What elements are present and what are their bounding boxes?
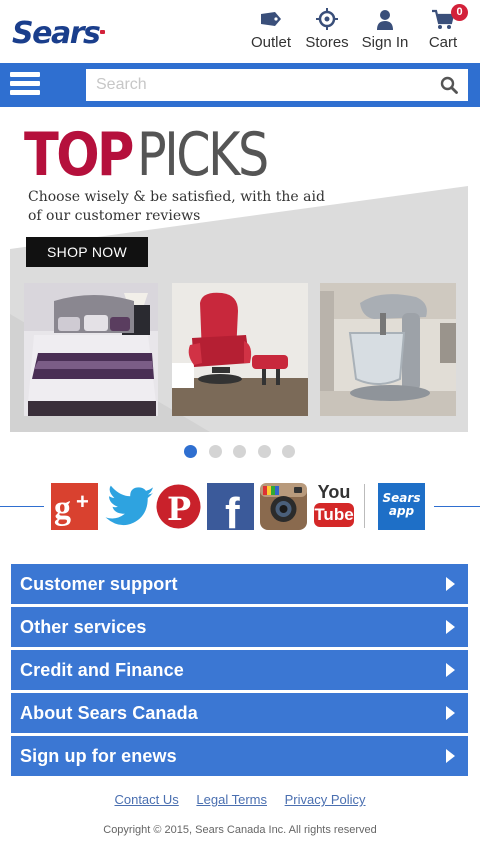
nav-stores[interactable]: Stores — [304, 6, 350, 51]
accordion-label: Sign up for enews — [20, 746, 177, 766]
store-locator-icon — [316, 8, 338, 30]
pinterest-icon[interactable]: P — [155, 483, 202, 530]
banner-title-top: TOP — [24, 120, 134, 190]
hamburger-menu-icon[interactable] — [10, 72, 40, 98]
header: Sears Outlet Stores Sign In Cart 0 — [0, 0, 480, 63]
chevron-right-icon — [446, 749, 455, 763]
social-divider-left — [0, 506, 44, 507]
accordion-about-sears[interactable]: About Sears Canada — [11, 693, 468, 733]
nav-cart-label: Cart — [428, 34, 458, 51]
outlet-tag-icon — [261, 12, 281, 26]
youtube-text-top: You — [317, 482, 351, 502]
nav-sign-in[interactable]: Sign In — [360, 6, 410, 51]
svg-text:g: g — [54, 490, 71, 527]
search-bar — [0, 63, 480, 107]
carousel-dot-2[interactable] — [209, 445, 222, 458]
accordion-customer-support[interactable]: Customer support — [11, 564, 468, 604]
twitter-icon[interactable] — [102, 483, 154, 530]
search-input[interactable] — [86, 69, 416, 101]
accordion-enews-signup[interactable]: Sign up for enews — [11, 736, 468, 776]
chevron-right-icon — [446, 663, 455, 677]
chevron-right-icon — [446, 620, 455, 634]
chevron-right-icon — [446, 706, 455, 720]
top-picks-banner[interactable]: TOPPICKS Choose wisely & be satisfied, w… — [10, 114, 468, 432]
youtube-text-bottom: Tube — [314, 503, 354, 527]
nav-stores-label: Stores — [305, 34, 349, 51]
product-image-recliner[interactable] — [172, 283, 308, 416]
cart-count-badge: 0 — [451, 4, 468, 21]
accordion-other-services[interactable]: Other services — [11, 607, 468, 647]
sears-app-icon[interactable]: Sears app — [378, 483, 425, 530]
accordion-label: Other services — [20, 617, 147, 637]
nav-outlet[interactable]: Outlet — [248, 6, 294, 51]
banner-tagline: Choose wisely & be satisfied, with the a… — [28, 189, 325, 224]
privacy-policy-link[interactable]: Privacy Policy — [285, 792, 366, 807]
user-icon — [377, 10, 393, 30]
legal-terms-link[interactable]: Legal Terms — [196, 792, 267, 807]
sears-logo[interactable]: Sears — [12, 16, 101, 51]
nav-outlet-label: Outlet — [250, 34, 292, 51]
logo-accent — [100, 30, 105, 34]
sears-app-text-bottom: app — [388, 504, 415, 518]
carousel-dot-3[interactable] — [233, 445, 246, 458]
accordion-label: Customer support — [20, 574, 178, 594]
accordion-label: About Sears Canada — [20, 703, 198, 723]
product-image-bedding[interactable] — [24, 283, 158, 416]
footer-links: Contact Us Legal Terms Privacy Policy — [0, 792, 480, 807]
carousel-dot-5[interactable] — [282, 445, 295, 458]
svg-text:f: f — [225, 489, 240, 530]
product-image-stand-mixer[interactable] — [320, 283, 456, 416]
search-field — [86, 69, 468, 101]
nav-sign-in-label: Sign In — [361, 34, 409, 51]
social-divider-right — [434, 506, 480, 507]
youtube-icon[interactable]: You Tube — [313, 483, 355, 530]
carousel-dot-4[interactable] — [258, 445, 271, 458]
banner-title: TOPPICKS — [24, 124, 295, 186]
contact-us-link[interactable]: Contact Us — [114, 792, 178, 807]
facebook-icon[interactable]: f — [207, 483, 254, 530]
copyright-text: Copyright © 2015, Sears Canada Inc. All … — [103, 824, 377, 836]
search-icon[interactable] — [440, 76, 458, 94]
banner-title-picks: PICKS — [136, 120, 269, 190]
chevron-right-icon — [446, 577, 455, 591]
instagram-icon[interactable] — [260, 483, 307, 530]
svg-text:P: P — [167, 490, 191, 528]
shop-now-button[interactable]: SHOP NOW — [26, 237, 148, 267]
google-plus-icon[interactable]: g + — [51, 483, 98, 530]
social-separator — [364, 484, 365, 528]
accordion-credit-finance[interactable]: Credit and Finance — [11, 650, 468, 690]
svg-text:+: + — [76, 489, 89, 514]
carousel-dot-1[interactable] — [184, 445, 197, 458]
accordion-label: Credit and Finance — [20, 660, 184, 680]
